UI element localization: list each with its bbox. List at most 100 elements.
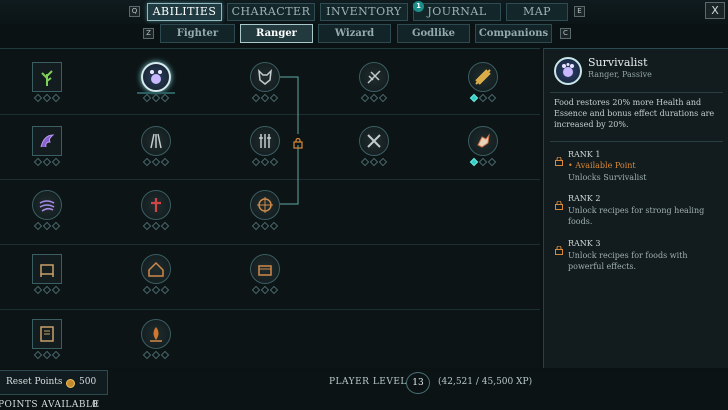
rank-pip <box>51 93 61 103</box>
rank-pip <box>269 157 279 167</box>
journal-notification-badge: 1 <box>413 1 424 12</box>
rank-pip <box>151 93 161 103</box>
rank-pip <box>260 157 270 167</box>
tab-map[interactable]: MAP <box>506 3 568 21</box>
rank-pip <box>260 221 270 231</box>
rank-pip <box>151 221 161 231</box>
chest-icon <box>250 254 280 284</box>
rank-pip <box>360 157 370 167</box>
rank-pip <box>160 93 170 103</box>
tab-character[interactable]: CHARACTER <box>227 3 315 21</box>
rank-pips <box>141 350 171 360</box>
rank-pips <box>141 93 171 103</box>
available-point: • Available Point <box>568 161 636 170</box>
points-available-value: 0 <box>92 400 98 410</box>
rank-pip <box>51 350 61 360</box>
rank-pip <box>260 285 270 295</box>
rank-title: RANK 1 <box>568 150 601 159</box>
rank-pip <box>33 93 43 103</box>
rank-pip <box>42 285 52 295</box>
rank-pip <box>42 350 52 360</box>
ability-tree <box>0 48 540 368</box>
rank-pip <box>42 221 52 231</box>
ability-description: Food restores 20% more Health and Essenc… <box>554 98 715 129</box>
class-tab-wizard[interactable]: Wizard <box>318 24 391 43</box>
rank-pips <box>32 93 62 103</box>
rank-pips <box>32 350 62 360</box>
rank-pip <box>369 93 379 103</box>
rank-pip <box>269 285 279 295</box>
rank-pip <box>469 93 479 103</box>
ability-title: Survivalist <box>588 56 648 69</box>
close-button[interactable]: X <box>705 2 725 19</box>
rank-pips <box>468 157 498 167</box>
rank-pip <box>360 93 370 103</box>
rank-pip <box>269 93 279 103</box>
crossed-blades-icon <box>359 126 389 156</box>
daggers-icon <box>250 126 280 156</box>
prev-class-key-icon[interactable]: Z <box>143 28 154 39</box>
rank-pip <box>487 93 497 103</box>
rank-pip <box>251 93 261 103</box>
rank-pip <box>160 221 170 231</box>
rank-pip <box>33 350 43 360</box>
rank-pip <box>51 157 61 167</box>
coin-icon <box>66 379 75 388</box>
rank-description: Unlock recipes for foods with powerful e… <box>568 251 688 271</box>
rank-pip <box>160 157 170 167</box>
green-plant-icon <box>32 62 62 92</box>
tab-abilities[interactable]: ABILITIES <box>147 3 222 21</box>
reset-points-cost: 500 <box>79 377 97 387</box>
reset-points-label: Reset Points <box>6 377 63 387</box>
rank-pip <box>160 350 170 360</box>
class-tab-bar: Z Fighter Ranger Wizard Godlike Companio… <box>0 24 728 46</box>
class-tab-ranger[interactable]: Ranger <box>240 24 313 43</box>
next-class-key-icon[interactable]: C <box>560 28 571 39</box>
rank-description: Unlock recipes for strong healing foods. <box>568 206 705 226</box>
rank-pip <box>142 221 152 231</box>
tab-journal[interactable]: JOURNAL <box>413 3 501 21</box>
rank-pip <box>33 221 43 231</box>
rank-pip <box>251 157 261 167</box>
rank-pips <box>250 93 280 103</box>
top-nav-bar: Q ABILITIES CHARACTER INVENTORY JOURNAL … <box>0 0 728 24</box>
rank-pip <box>42 93 52 103</box>
arrow-volley-icon <box>141 126 171 156</box>
rank-pip <box>51 285 61 295</box>
class-tab-companions[interactable]: Companions <box>475 24 552 43</box>
tab-inventory[interactable]: INVENTORY <box>320 3 408 21</box>
reset-points-button[interactable]: Reset Points 500 <box>0 370 108 395</box>
rank-pip <box>260 93 270 103</box>
rank-pips <box>141 157 171 167</box>
class-tab-godlike[interactable]: Godlike <box>397 24 470 43</box>
rank-pips <box>32 157 62 167</box>
next-tab-key-icon[interactable]: E <box>574 6 585 17</box>
divider <box>550 92 723 93</box>
rank-pip <box>151 350 161 360</box>
rank-pips <box>359 157 389 167</box>
ability-subtitle: Ranger, Passive <box>588 70 652 79</box>
rank-pips <box>141 221 171 231</box>
rank-pip <box>251 285 261 295</box>
rank-pip <box>478 93 488 103</box>
rank-pip <box>478 157 488 167</box>
class-tab-fighter[interactable]: Fighter <box>160 24 235 43</box>
rank-pip <box>33 157 43 167</box>
rank-pips <box>359 93 389 103</box>
divider <box>550 141 723 142</box>
rank-pips <box>32 285 62 295</box>
lock-icon <box>555 240 563 259</box>
rank-pip <box>378 157 388 167</box>
purple-wind-icon <box>32 190 62 220</box>
rank-pips <box>250 285 280 295</box>
player-level-badge: 13 <box>406 372 430 394</box>
rank-pip <box>378 93 388 103</box>
rank-pip <box>160 285 170 295</box>
rank-title: RANK 3 <box>568 239 601 248</box>
lock-icon <box>293 134 303 153</box>
rank-pips <box>250 157 280 167</box>
rank-pip <box>151 285 161 295</box>
lock-icon <box>555 151 563 170</box>
prev-tab-key-icon[interactable]: Q <box>129 6 140 17</box>
rank-pip <box>42 157 52 167</box>
